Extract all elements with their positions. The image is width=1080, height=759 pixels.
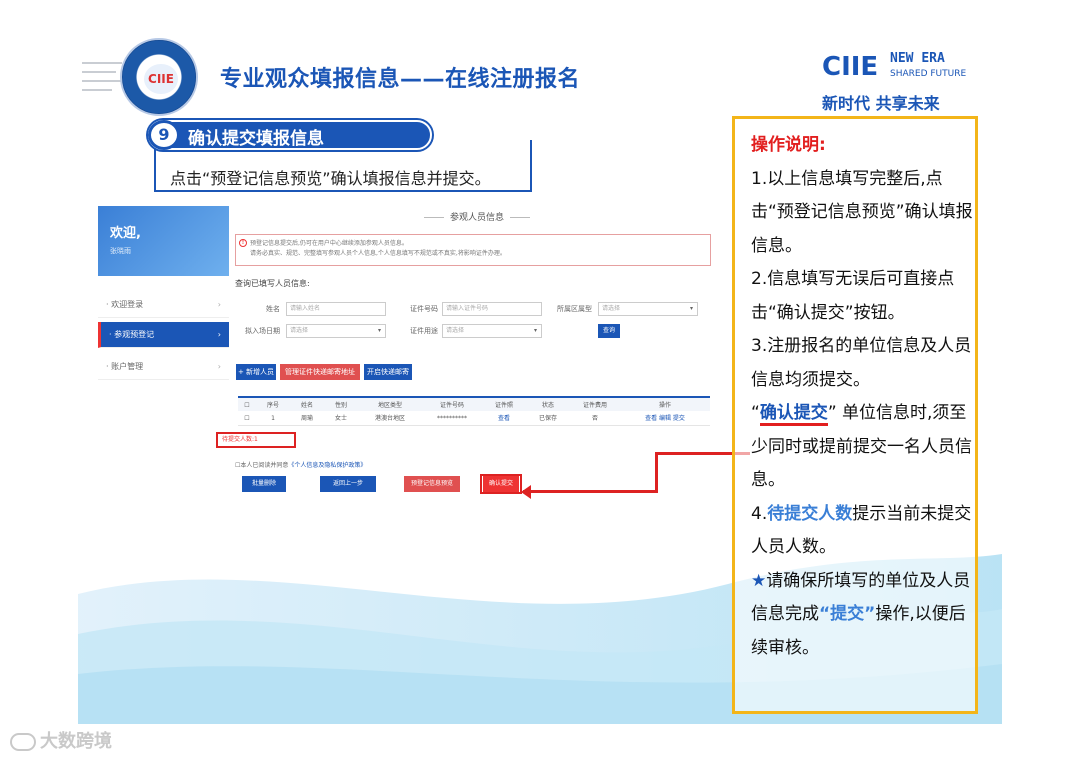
id-input[interactable]: 请输入证件号码 bbox=[442, 302, 542, 316]
chevron-right-icon: › bbox=[217, 300, 221, 309]
slogan: 新时代 共享未来 bbox=[822, 94, 940, 113]
id-label: 证件号码 bbox=[410, 305, 438, 313]
notice-box: ! 预登记信息提交后,仍可在用户中心继续添加参观人员信息。 请务必真实、规范、完… bbox=[235, 234, 711, 266]
date-value: 请选择 bbox=[290, 327, 309, 334]
watermark-logo-icon bbox=[10, 733, 36, 751]
registration-screenshot: 欢迎, 张晓雨 · 欢迎登录 › · 参观预登记 › · 账户管理 › 参观人员… bbox=[98, 206, 750, 502]
table-cell: 女士 bbox=[334, 415, 347, 422]
instruction-note: ★请确保所填写的单位及人员信息完成“提交”操作,以便后续审核。 bbox=[751, 565, 973, 666]
brand-new-era: NEW ERA bbox=[890, 52, 945, 66]
use-select[interactable]: 请选择 ▾ bbox=[442, 324, 542, 338]
chevron-right-icon: › bbox=[217, 330, 221, 339]
instruction-step-2: 2.信息填写无误后可直接点击“确认提交”按钮。 bbox=[751, 269, 955, 323]
instruction-step-3: 3.注册报名的单位信息及人员信息均须提交。 bbox=[751, 336, 972, 390]
page-title: 专业观众填报信息——在线注册报名 bbox=[220, 67, 581, 92]
region-select[interactable]: 请选择 ▾ bbox=[598, 302, 698, 316]
warning-icon: ! bbox=[239, 239, 247, 247]
row-checkbox[interactable]: ☐ bbox=[240, 411, 254, 426]
section-title: 参观人员信息 bbox=[418, 210, 536, 223]
query-label: 查询已填写人员信息: bbox=[235, 279, 310, 288]
query-button[interactable]: 查询 bbox=[598, 324, 620, 338]
chevron-down-icon: ▾ bbox=[689, 305, 693, 312]
arrow-left-icon bbox=[521, 485, 531, 499]
sidebar-item-label: · 参观预登记 bbox=[109, 330, 155, 339]
table-header: ☐ 序号 姓名 性别 地区类型 证件号码 证件照 状态 证件费用 操作 bbox=[238, 396, 710, 411]
table-cell: 周瑜 bbox=[300, 415, 313, 422]
instruction-step-3b: “确认提交” 单位信息时,须至少同时或提前提交一名人员信息。 bbox=[751, 397, 973, 498]
pending-count-highlight: 待提交人数 bbox=[767, 503, 853, 524]
view-photo-link[interactable]: 查看 bbox=[484, 411, 524, 426]
red-arrow-line bbox=[655, 452, 658, 493]
decorative-lines bbox=[82, 62, 122, 98]
brand-era: ERA bbox=[921, 51, 945, 66]
use-label: 证件用途 bbox=[410, 327, 438, 335]
preview-button[interactable]: 预登记信息预览 bbox=[404, 476, 460, 492]
welcome-text: 欢迎, bbox=[110, 226, 141, 241]
sidebar-item-preregistration[interactable]: · 参观预登记 › bbox=[98, 322, 229, 348]
instruction-text: 操作说明: 1.以上信息填写完整后,点击“预登记信息预览”确认填报信息。 2.信… bbox=[751, 129, 973, 665]
sidebar-item-account[interactable]: · 账户管理 › bbox=[98, 354, 229, 380]
table-cell: 港澳台地区 bbox=[374, 415, 405, 422]
manage-address-button[interactable]: 管理证件快递邮寄地址 bbox=[280, 364, 360, 380]
step-4-prefix: 4. bbox=[751, 503, 768, 524]
region-value: 请选择 bbox=[602, 305, 621, 312]
brand-new: NEW bbox=[890, 51, 914, 66]
notice-line-1: 预登记信息提交后,仍可在用户中心继续添加参观人员信息。 bbox=[250, 240, 408, 247]
watermark: 大数跨境 bbox=[10, 727, 112, 753]
chevron-right-icon: › bbox=[217, 362, 221, 371]
privacy-policy-link[interactable]: 《个人信息及隐私保护政策》 bbox=[288, 462, 366, 469]
name-input[interactable]: 请输入姓名 bbox=[286, 302, 386, 316]
confirm-highlight-box bbox=[480, 474, 522, 494]
brand-ciie: CIIE bbox=[822, 52, 879, 82]
table-row: ☐ 1 周瑜 女士 港澳台地区 ********** 查看 已保存 否 查看 编… bbox=[238, 411, 710, 426]
instruction-step-4: 4.待提交人数提示当前未提交人员人数。 bbox=[751, 498, 973, 565]
row-actions[interactable]: 查看 编辑 提交 bbox=[622, 411, 708, 426]
instruction-title: 操作说明: bbox=[751, 135, 826, 155]
pending-count: 待提交人数:1 bbox=[216, 432, 296, 448]
slide: CIIE 专业观众填报信息——在线注册报名 CIIE NEW ERA SHARE… bbox=[78, 28, 1002, 724]
table-cell: 否 bbox=[591, 415, 598, 422]
instruction-step-1: 1.以上信息填写完整后,点击“预登记信息预览”确认填报信息。 bbox=[751, 168, 973, 256]
star-icon: ★ bbox=[751, 570, 767, 591]
step-hint: 点击“预登记信息预览”确认填报信息并提交。 bbox=[170, 169, 491, 188]
enable-mail-button[interactable]: 开启快递邮寄 bbox=[364, 364, 412, 380]
name-label: 姓名 bbox=[266, 305, 280, 313]
chevron-down-icon: ▾ bbox=[533, 327, 537, 334]
table-cell: 已保存 bbox=[538, 415, 557, 422]
ciie-logo: CIIE bbox=[120, 38, 198, 116]
use-value: 请选择 bbox=[446, 327, 465, 334]
region-label: 所属区属型 bbox=[557, 305, 592, 313]
step-number: 9 bbox=[148, 120, 180, 150]
red-arrow-line bbox=[523, 490, 658, 493]
date-select[interactable]: 请选择 ▾ bbox=[286, 324, 386, 338]
table-cell: 1 bbox=[271, 415, 275, 422]
chevron-down-icon: ▾ bbox=[377, 327, 381, 334]
notice-line-2: 请务必真实、规范、完整填写参观人员个人信息,个人信息填写不规范或不真实,将影响证… bbox=[250, 250, 506, 257]
sidebar-item-welcome[interactable]: · 欢迎登录 › bbox=[98, 292, 229, 318]
add-person-button[interactable]: + 新增人员 bbox=[236, 364, 276, 380]
date-label: 拟入场日期 bbox=[245, 327, 280, 335]
step-label: 确认提交填报信息 bbox=[188, 129, 324, 149]
agree-checkbox[interactable]: ☐本人已阅读并同意《个人信息及隐私保护政策》 bbox=[235, 460, 366, 469]
submit-highlight: “提交” bbox=[819, 604, 876, 624]
batch-delete-button[interactable]: 批量删除 bbox=[242, 476, 286, 492]
quote-open: “ bbox=[751, 403, 760, 423]
sidebar-item-label: · 欢迎登录 bbox=[106, 300, 144, 309]
instruction-panel: 操作说明: 1.以上信息填写完整后,点击“预登记信息预览”确认填报信息。 2.信… bbox=[732, 116, 978, 714]
sidebar-header: 欢迎, 张晓雨 bbox=[98, 206, 229, 276]
watermark-text: 大数跨境 bbox=[40, 731, 112, 752]
sidebar-item-label: · 账户管理 bbox=[106, 362, 144, 371]
user-name: 张晓雨 bbox=[110, 247, 131, 255]
confirm-submit-highlight: 确认提交 bbox=[759, 403, 828, 426]
brand-shared-future: SHARED FUTURE bbox=[890, 69, 967, 79]
table-cell: ********** bbox=[437, 415, 467, 422]
logo-text: CIIE bbox=[144, 64, 178, 94]
agree-text: ☐本人已阅读并同意 bbox=[235, 462, 289, 469]
back-button[interactable]: 返回上一步 bbox=[320, 476, 376, 492]
